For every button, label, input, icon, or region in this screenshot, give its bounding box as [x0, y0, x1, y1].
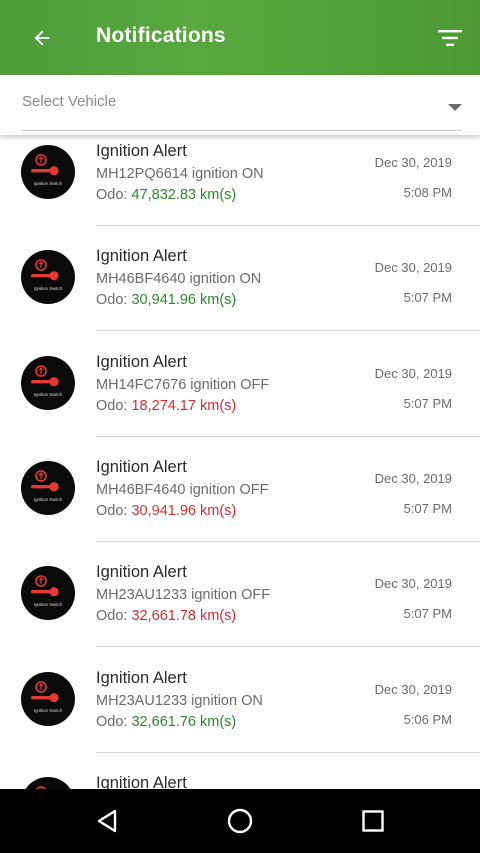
- notification-item[interactable]: Ignition Switch Ignition Alert MH23AU123…: [0, 647, 480, 753]
- odometer-reading: Odo: 32,661.78 km(s): [96, 608, 236, 624]
- odometer-reading: Odo: 18,274.17 km(s): [96, 398, 236, 414]
- ignition-switch-icon: Ignition Switch: [21, 460, 75, 515]
- vehicle-status: MH23AU1233 ignition ON: [96, 692, 263, 709]
- odo-value: 30,941.96 km(s): [131, 502, 237, 519]
- nav-recents-icon[interactable]: [353, 803, 393, 839]
- notification-list: Ignition Switch Ignition Alert MH12PQ661…: [0, 120, 480, 831]
- alert-title: Ignition Alert: [96, 563, 187, 582]
- vehicle-status: MH23AU1233 ignition OFF: [96, 587, 271, 604]
- system-nav-bar: [0, 789, 480, 853]
- odo-value: 30,941.96 km(s): [131, 292, 237, 309]
- alert-title: Ignition Alert: [96, 352, 187, 371]
- alert-time: 5:06 PM: [403, 711, 452, 727]
- odo-label: Odo:: [96, 292, 132, 309]
- nav-back-icon[interactable]: [88, 803, 128, 839]
- alert-title: Ignition Alert: [96, 457, 187, 476]
- ignition-switch-icon: Ignition Switch: [21, 566, 75, 621]
- alert-time: 5:08 PM: [403, 185, 452, 200]
- alert-date: Dec 30, 2019: [374, 365, 452, 381]
- alert-date: Dec 30, 2019: [374, 576, 452, 592]
- select-vehicle-placeholder: Select Vehicle: [22, 93, 117, 110]
- odometer-reading: Odo: 30,941.96 km(s): [96, 503, 236, 519]
- alert-time: 5:07 PM: [403, 500, 452, 516]
- select-vehicle-dropdown[interactable]: Select Vehicle: [0, 75, 480, 135]
- ignition-switch-icon: Ignition Switch: [21, 145, 75, 199]
- odometer-reading: Odo: 47,832.83 km(s): [96, 187, 236, 203]
- svg-text:Ignition Switch: Ignition Switch: [34, 497, 63, 502]
- odo-label: Odo:: [96, 502, 132, 519]
- vehicle-status: MH14FC7676 ignition OFF: [96, 376, 270, 393]
- alert-title: Ignition Alert: [96, 668, 187, 687]
- svg-text:Ignition Switch: Ignition Switch: [34, 708, 63, 713]
- select-underline: [22, 130, 462, 131]
- vehicle-status: MH12PQ6614 ignition ON: [96, 166, 264, 182]
- alert-date: Dec 30, 2019: [374, 470, 452, 486]
- odo-value: 32,661.76 km(s): [131, 713, 237, 730]
- alert-title: Ignition Alert: [96, 247, 187, 266]
- odometer-reading: Odo: 32,661.76 km(s): [96, 714, 236, 730]
- ignition-switch-icon: Ignition Switch: [21, 355, 75, 410]
- odo-label: Odo:: [96, 713, 132, 730]
- svg-text:Ignition Switch: Ignition Switch: [34, 181, 63, 186]
- dropdown-arrow-icon: [448, 99, 462, 117]
- odo-value: 47,832.83 km(s): [131, 187, 237, 203]
- arrow-back-icon[interactable]: [24, 20, 60, 56]
- svg-text:Ignition Switch: Ignition Switch: [34, 392, 63, 397]
- alert-time: 5:07 PM: [403, 395, 452, 411]
- filter-icon[interactable]: [432, 20, 468, 56]
- alert-title: Ignition Alert: [96, 142, 187, 160]
- svg-text:Ignition Switch: Ignition Switch: [34, 602, 63, 607]
- nav-home-icon[interactable]: [220, 803, 260, 839]
- alert-date: Dec 30, 2019: [374, 155, 452, 170]
- alert-date: Dec 30, 2019: [374, 260, 452, 276]
- odo-value: 32,661.78 km(s): [131, 608, 237, 625]
- alert-time: 5:07 PM: [403, 290, 452, 306]
- notification-item[interactable]: Ignition Switch Ignition Alert MH46BF464…: [0, 436, 480, 542]
- ignition-switch-icon: Ignition Switch: [21, 671, 75, 726]
- notification-item[interactable]: Ignition Switch Ignition Alert MH14FC767…: [0, 331, 480, 437]
- notifications-screen: Notifications Select Vehicle Ignition Sw…: [0, 0, 480, 853]
- notification-item[interactable]: Ignition Switch Ignition Alert MH23AU123…: [0, 541, 480, 648]
- notification-item[interactable]: Ignition Switch Ignition Alert MH46BF464…: [0, 225, 480, 332]
- page-title: Notifications: [96, 24, 226, 47]
- odo-label: Odo:: [96, 187, 132, 203]
- svg-text:Ignition Switch: Ignition Switch: [34, 286, 63, 291]
- odometer-reading: Odo: 30,941.96 km(s): [96, 292, 236, 308]
- vehicle-status: MH46BF4640 ignition OFF: [96, 481, 269, 498]
- odo-label: Odo:: [96, 397, 132, 414]
- alert-date: Dec 30, 2019: [374, 681, 452, 697]
- ignition-switch-icon: Ignition Switch: [21, 250, 75, 305]
- alert-time: 5:07 PM: [403, 606, 452, 622]
- notification-item[interactable]: Ignition Switch Ignition Alert MH12PQ661…: [0, 120, 480, 226]
- vehicle-status: MH46BF4640 ignition ON: [96, 271, 262, 288]
- odo-value: 18,274.17 km(s): [131, 397, 237, 414]
- odo-label: Odo:: [96, 608, 132, 625]
- app-bar: Notifications: [0, 0, 480, 75]
